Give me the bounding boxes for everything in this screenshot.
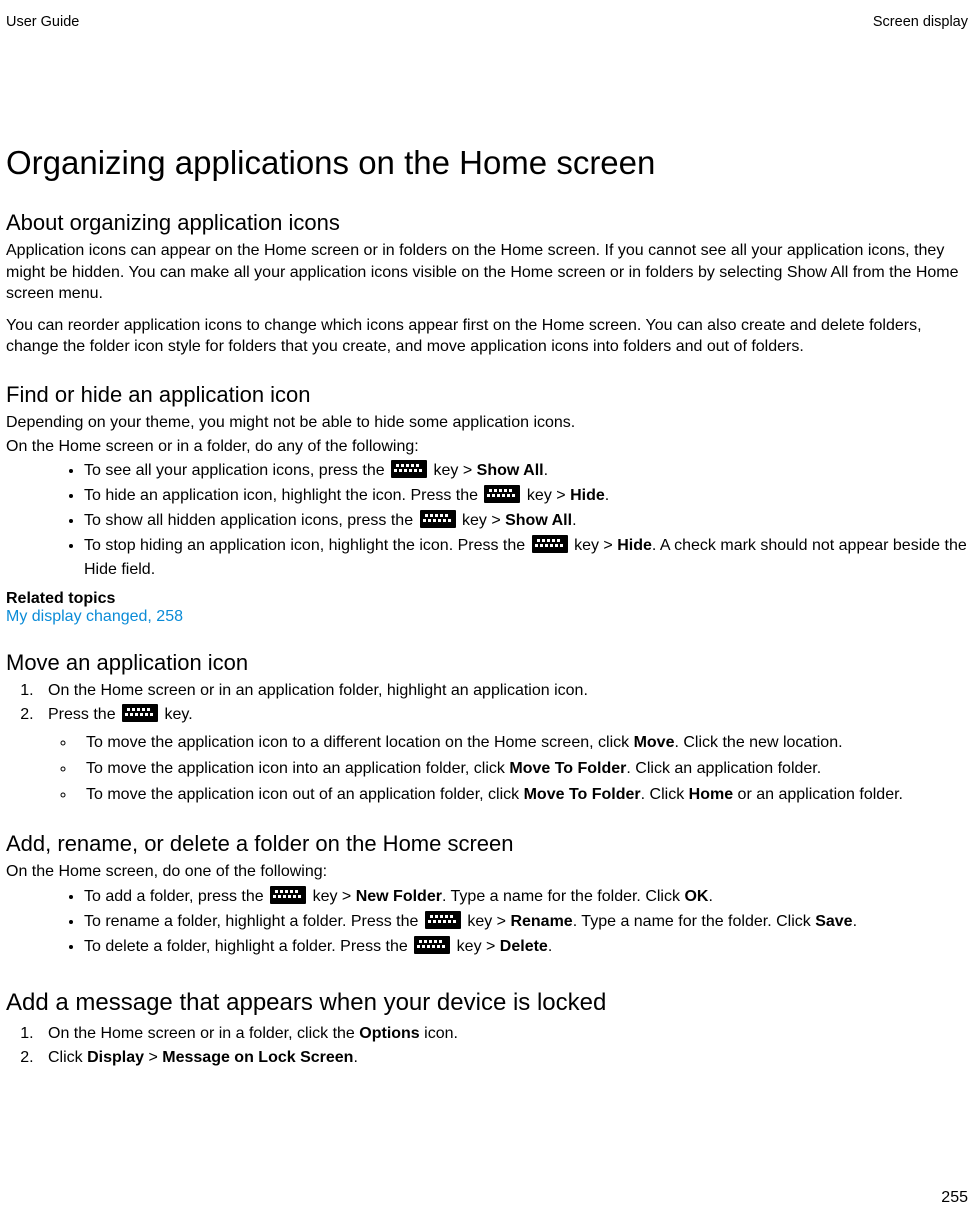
menu-key-icon (532, 535, 568, 553)
related-link[interactable]: My display changed, 258 (6, 608, 968, 626)
list-item: To see all your application icons, press… (84, 459, 968, 483)
section-lock-message-title: Add a message that appears when your dev… (6, 989, 968, 1017)
related-topics: Related topics My display changed, 258 (6, 590, 968, 626)
find-hide-list: To see all your application icons, press… (6, 459, 968, 582)
list-item: To move the application icon into an app… (76, 757, 968, 781)
move-sublist: To move the application icon to a differ… (48, 731, 968, 807)
about-p1: Application icons can appear on the Home… (6, 240, 968, 305)
header-left: User Guide (6, 14, 79, 30)
menu-key-icon (270, 886, 306, 904)
list-item: To show all hidden application icons, pr… (84, 509, 968, 533)
menu-key-icon (391, 460, 427, 478)
page-title: Organizing applications on the Home scre… (6, 144, 968, 182)
list-item: To stop hiding an application icon, high… (84, 534, 968, 582)
list-item: On the Home screen or in a folder, click… (38, 1023, 968, 1045)
list-item: On the Home screen or in an application … (38, 680, 968, 702)
menu-key-icon (420, 510, 456, 528)
page: User Guide Screen display Organizing app… (0, 0, 974, 1227)
menu-key-icon (484, 485, 520, 503)
list-item: To move the application icon to a differ… (76, 731, 968, 755)
list-item: To add a folder, press the key > New Fol… (84, 885, 968, 909)
list-item: To hide an application icon, highlight t… (84, 484, 968, 508)
content: Organizing applications on the Home scre… (6, 18, 968, 1068)
list-item: Click Display > Message on Lock Screen. (38, 1047, 968, 1069)
folder-p1: On the Home screen, do one of the follow… (6, 861, 968, 883)
header-right: Screen display (873, 14, 968, 30)
about-p2: You can reorder application icons to cha… (6, 315, 968, 358)
section-move-title: Move an application icon (6, 650, 968, 676)
lock-steps: On the Home screen or in a folder, click… (6, 1023, 968, 1068)
list-item: To move the application icon out of an a… (76, 783, 968, 807)
list-item: To rename a folder, highlight a folder. … (84, 910, 968, 934)
page-number: 255 (941, 1189, 968, 1207)
menu-key-icon (414, 936, 450, 954)
menu-key-icon (122, 704, 158, 722)
find-hide-p1: Depending on your theme, you might not b… (6, 412, 968, 434)
list-item: To delete a folder, highlight a folder. … (84, 935, 968, 959)
section-find-hide-title: Find or hide an application icon (6, 382, 968, 408)
list-item: Press the key. To move the application i… (38, 704, 968, 808)
move-steps: On the Home screen or in an application … (6, 680, 968, 807)
menu-key-icon (425, 911, 461, 929)
section-folder-title: Add, rename, or delete a folder on the H… (6, 831, 968, 857)
find-hide-p2: On the Home screen or in a folder, do an… (6, 436, 968, 458)
folder-list: To add a folder, press the key > New Fol… (6, 885, 968, 959)
section-about-title: About organizing application icons (6, 210, 968, 236)
related-label: Related topics (6, 590, 968, 608)
